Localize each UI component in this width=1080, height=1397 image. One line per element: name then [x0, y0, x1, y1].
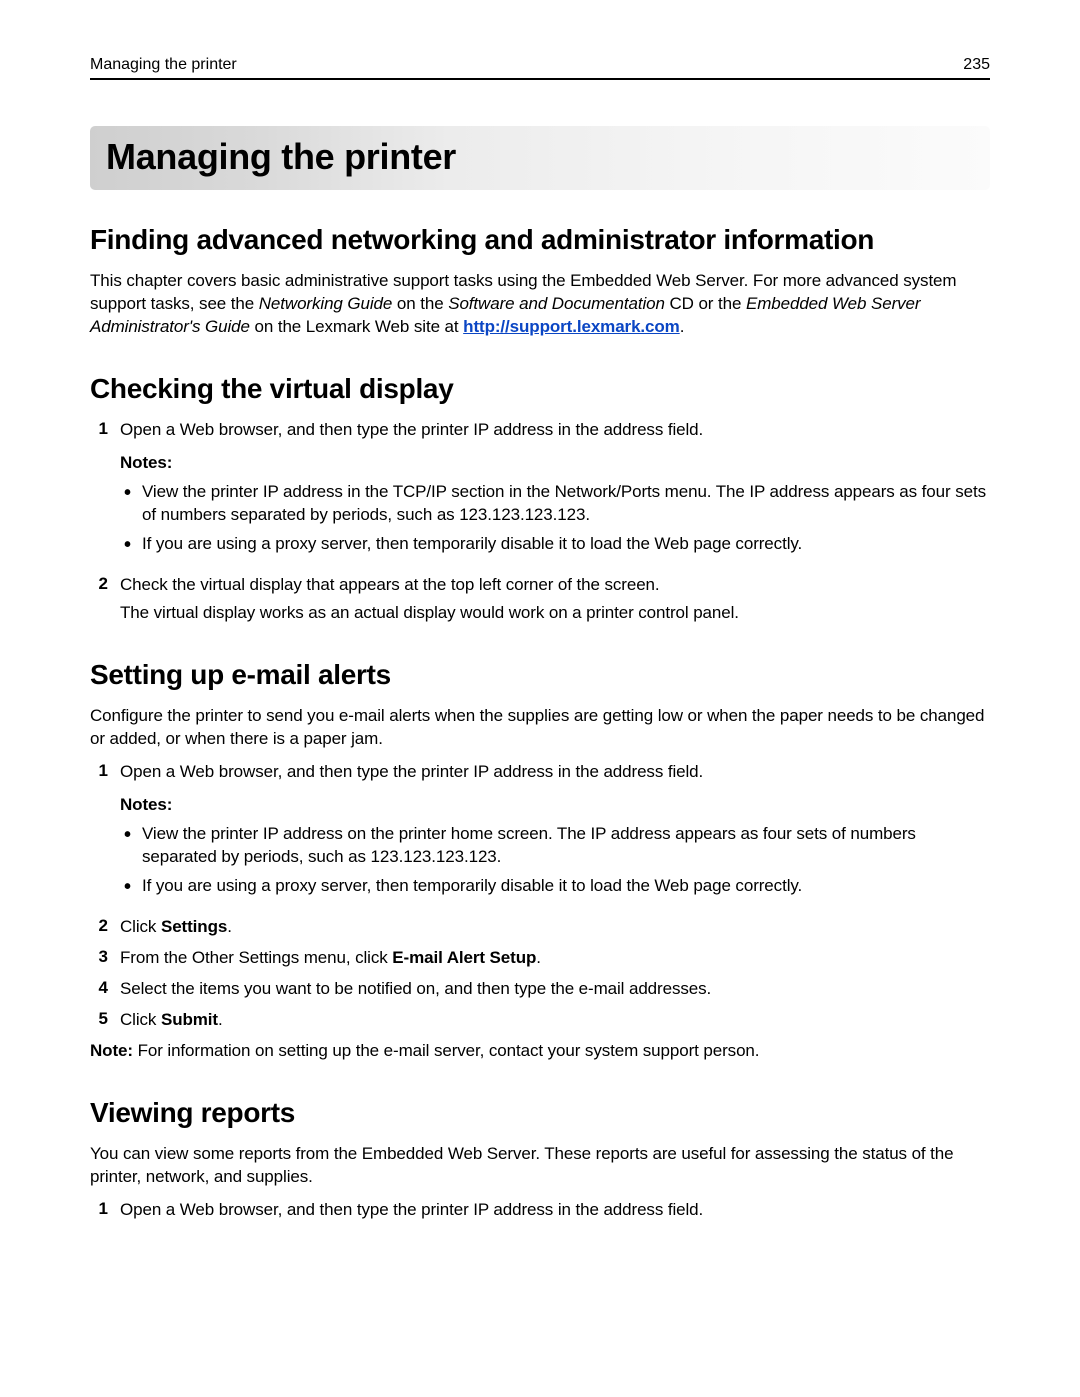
- section-advanced-networking: Finding advanced networking and administ…: [90, 224, 990, 339]
- page-title-bar: Managing the printer: [90, 126, 990, 190]
- section-virtual-display: Checking the virtual display 1 Open a We…: [90, 373, 990, 626]
- intro-paragraph: This chapter covers basic administrative…: [90, 270, 990, 339]
- step-text: Open a Web browser, and then type the pr…: [120, 1199, 990, 1222]
- step-number: 3: [90, 947, 108, 970]
- running-header: Managing the printer 235: [90, 56, 990, 80]
- support-link[interactable]: http://support.lexmark.com: [463, 317, 680, 336]
- step-text: From the Other Settings menu, click E‑ma…: [120, 947, 990, 970]
- step-number: 5: [90, 1009, 108, 1032]
- note-bullet: View the printer IP address on the print…: [142, 823, 990, 869]
- note-bullet: If you are using a proxy server, then te…: [142, 533, 990, 556]
- step-text: Open a Web browser, and then type the pr…: [120, 420, 703, 439]
- list-item: 2 Check the virtual display that appears…: [90, 574, 990, 626]
- heading-email-alerts: Setting up e‑mail alerts: [90, 659, 990, 691]
- step-text: Click Submit.: [120, 1009, 990, 1032]
- page-title: Managing the printer: [106, 136, 974, 178]
- notes-label: Notes:: [120, 452, 990, 475]
- step-text: Select the items you want to be notified…: [120, 978, 990, 1001]
- note-bullet: View the printer IP address in the TCP/I…: [142, 481, 990, 527]
- step-text: Open a Web browser, and then type the pr…: [120, 762, 703, 781]
- list-item: 1 Open a Web browser, and then type the …: [90, 1199, 990, 1222]
- step-subtext: The virtual display works as an actual d…: [120, 602, 990, 625]
- list-item: 1 Open a Web browser, and then type the …: [90, 419, 990, 566]
- heading-viewing-reports: Viewing reports: [90, 1097, 990, 1129]
- list-item: 1 Open a Web browser, and then type the …: [90, 761, 990, 908]
- step-number: 1: [90, 419, 108, 566]
- intro-paragraph: Configure the printer to send you e‑mail…: [90, 705, 990, 751]
- trailing-note: Note: For information on setting up the …: [90, 1040, 990, 1063]
- step-text: Check the virtual display that appears a…: [120, 575, 660, 594]
- heading-advanced-networking: Finding advanced networking and administ…: [90, 224, 990, 256]
- list-item: 3 From the Other Settings menu, click E‑…: [90, 947, 990, 970]
- list-item: 2 Click Settings.: [90, 916, 990, 939]
- step-number: 4: [90, 978, 108, 1001]
- list-item: 5 Click Submit.: [90, 1009, 990, 1032]
- step-text: Click Settings.: [120, 916, 990, 939]
- section-viewing-reports: Viewing reports You can view some report…: [90, 1097, 990, 1222]
- page-number: 235: [963, 56, 990, 74]
- note-bullet: If you are using a proxy server, then te…: [142, 875, 990, 898]
- notes-label: Notes:: [120, 794, 990, 817]
- running-title: Managing the printer: [90, 56, 237, 74]
- step-number: 2: [90, 574, 108, 626]
- list-item: 4 Select the items you want to be notifi…: [90, 978, 990, 1001]
- section-email-alerts: Setting up e‑mail alerts Configure the p…: [90, 659, 990, 1062]
- step-number: 1: [90, 761, 108, 908]
- heading-virtual-display: Checking the virtual display: [90, 373, 990, 405]
- intro-paragraph: You can view some reports from the Embed…: [90, 1143, 990, 1189]
- step-number: 1: [90, 1199, 108, 1222]
- page: Managing the printer 235 Managing the pr…: [0, 0, 1080, 1397]
- step-number: 2: [90, 916, 108, 939]
